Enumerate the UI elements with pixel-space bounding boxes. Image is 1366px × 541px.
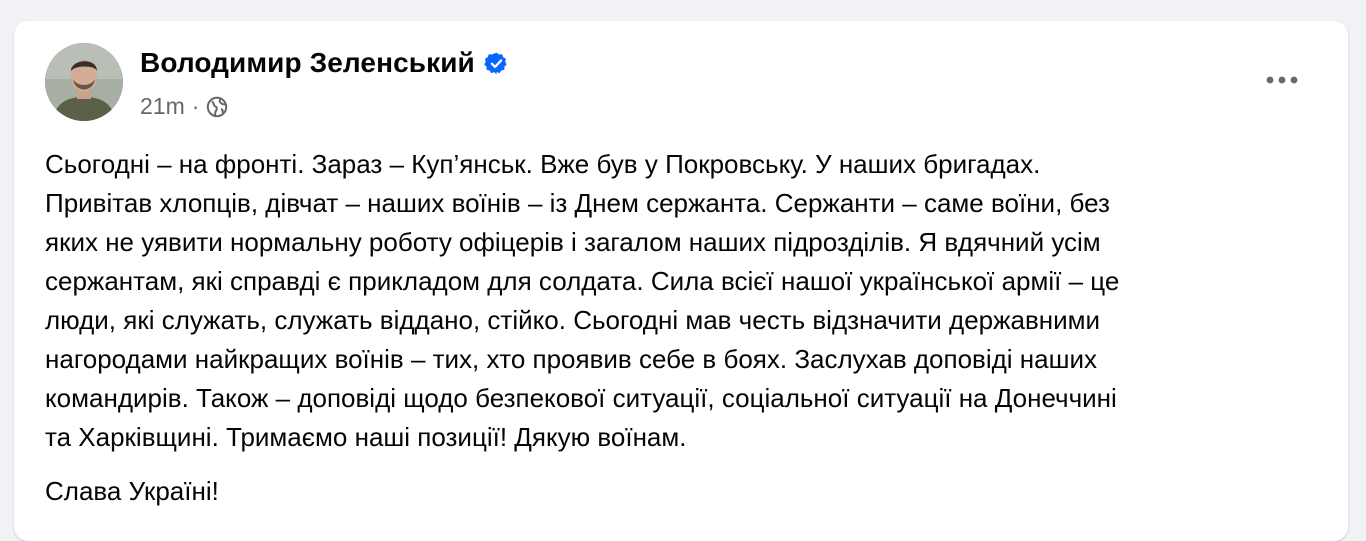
- post-paragraph: Сьогодні – на фронті. Зараз – Куп’янськ.…: [45, 145, 1320, 457]
- meta-separator: ·: [191, 93, 200, 119]
- post-text-line: сержантам, які справді є прикладом для с…: [45, 266, 1120, 296]
- more-options-button[interactable]: [1264, 65, 1300, 95]
- author-row: Володимир Зеленський: [140, 47, 509, 79]
- verified-badge-icon: [484, 51, 509, 76]
- post-card: Володимир Зеленський 21m · Сьогодні – на…: [14, 21, 1348, 541]
- post-closing: Слава Україні!: [45, 476, 219, 506]
- globe-icon[interactable]: [206, 96, 228, 118]
- more-horizontal-icon: [1266, 76, 1298, 84]
- post-text-line: яких не уявити нормальну роботу офіцерів…: [45, 227, 1101, 257]
- post-header: Володимир Зеленський 21m ·: [14, 21, 1348, 131]
- post-text-line: та Харківщині. Тримаємо наші позиції! Дя…: [45, 422, 687, 452]
- post-text-line: люди, які служать, служать віддано, стій…: [45, 305, 1101, 335]
- post-text-line: нагородами найкращих воїнів – тих, хто п…: [45, 344, 1097, 374]
- post-text-line: командирів. Також – доповіді щодо безпек…: [45, 383, 1117, 413]
- post-meta: 21m ·: [140, 93, 228, 120]
- author-name[interactable]: Володимир Зеленський: [140, 47, 475, 79]
- post-body: Сьогодні – на фронті. Зараз – Куп’янськ.…: [45, 145, 1320, 511]
- post-text-line: Сьогодні – на фронті. Зараз – Куп’янськ.…: [45, 149, 1041, 179]
- post-timestamp[interactable]: 21m: [140, 93, 185, 120]
- post-text-line: Привітав хлопців, дівчат – наших воїнів …: [45, 188, 1110, 218]
- avatar-image: [45, 43, 123, 121]
- author-avatar[interactable]: [45, 43, 123, 121]
